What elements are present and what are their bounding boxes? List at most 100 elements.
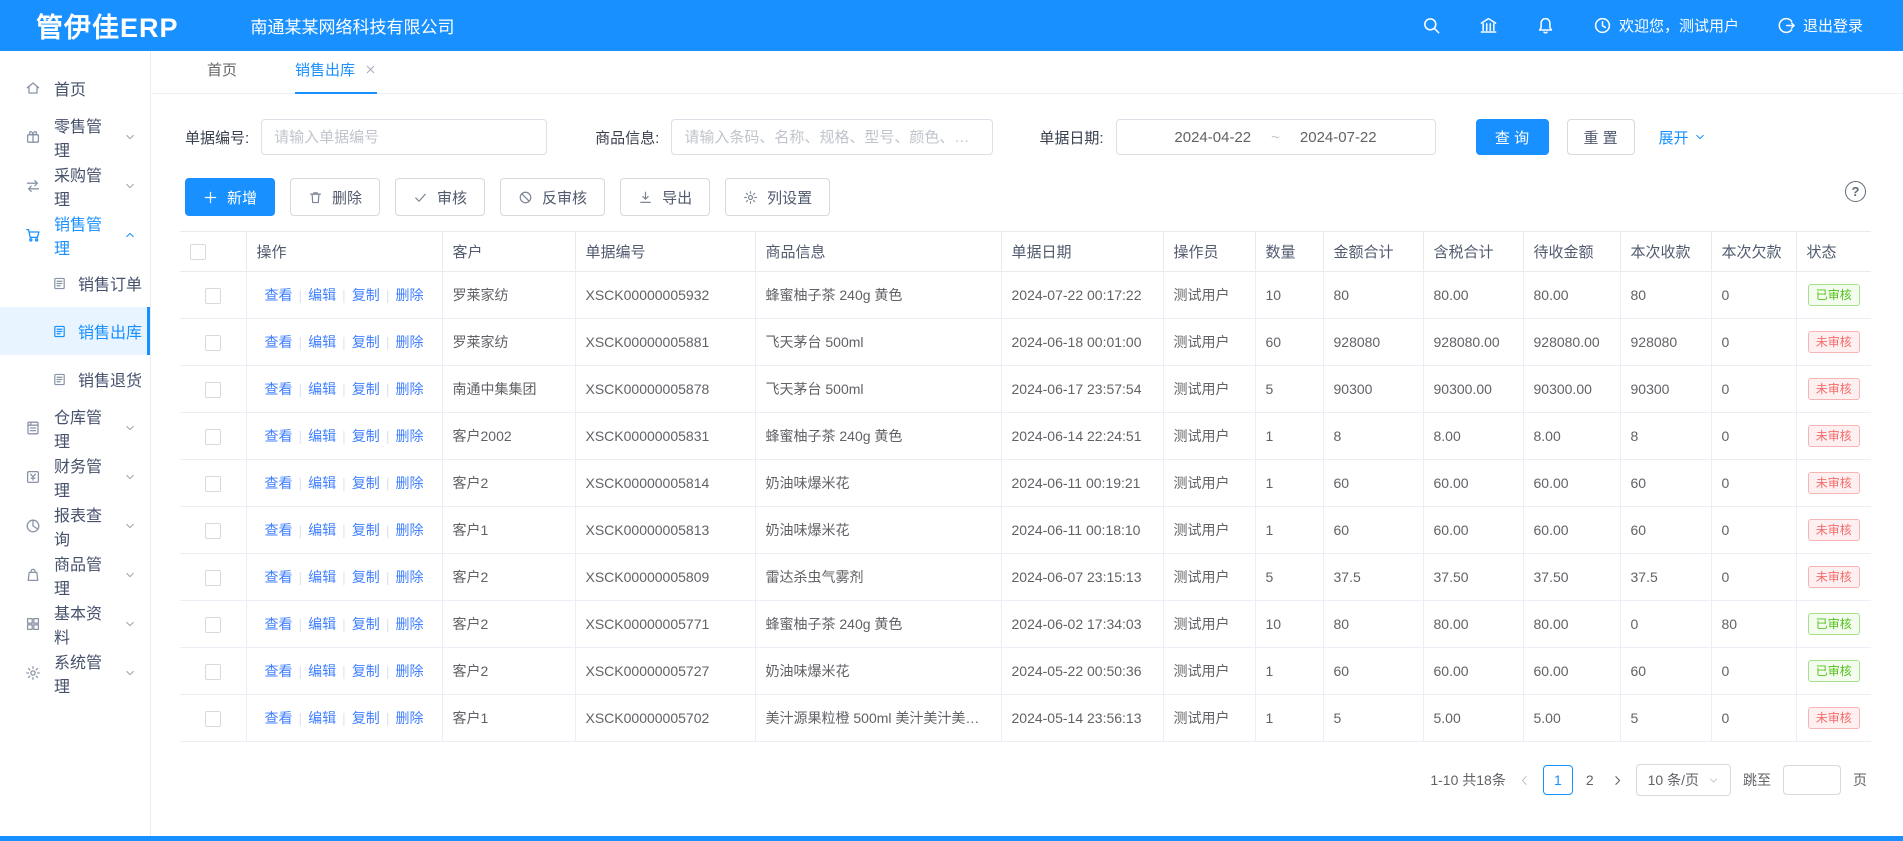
next-page-button[interactable]	[1611, 774, 1624, 787]
op-edit-link[interactable]: 编辑	[308, 569, 336, 585]
op-view-link[interactable]: 查看	[265, 428, 293, 444]
op-view-link[interactable]: 查看	[265, 616, 293, 632]
audit-button[interactable]: 审核	[395, 178, 485, 216]
row-checkbox[interactable]	[205, 288, 221, 304]
op-edit-link[interactable]: 编辑	[308, 663, 336, 679]
row-checkbox[interactable]	[205, 382, 221, 398]
op-copy-link[interactable]: 复制	[352, 428, 380, 444]
divider: |	[299, 475, 303, 491]
op-edit-link[interactable]: 编辑	[308, 428, 336, 444]
row-checkbox[interactable]	[205, 664, 221, 680]
page-1-button[interactable]: 1	[1543, 765, 1573, 795]
bell-icon[interactable]	[1536, 16, 1555, 35]
sidebar-item-product[interactable]: 商品管理	[0, 550, 150, 599]
search-icon[interactable]	[1422, 16, 1441, 35]
op-delete-link[interactable]: 删除	[395, 428, 423, 444]
page-2-button[interactable]: 2	[1581, 772, 1599, 788]
logout-button[interactable]: 退出登录	[1777, 15, 1863, 36]
op-view-link[interactable]: 查看	[265, 334, 293, 350]
op-copy-link[interactable]: 复制	[352, 381, 380, 397]
date-range-picker[interactable]: 2024-04-22 ~ 2024-07-22	[1116, 119, 1436, 155]
customer-cell: 客户1	[442, 695, 575, 742]
add-button[interactable]: 新增	[185, 178, 275, 216]
op-delete-link[interactable]: 删除	[395, 663, 423, 679]
op-view-link[interactable]: 查看	[265, 663, 293, 679]
op-view-link[interactable]: 查看	[265, 475, 293, 491]
reset-button[interactable]: 重 置	[1567, 119, 1635, 155]
prev-page-button[interactable]	[1518, 774, 1531, 787]
export-button[interactable]: 导出	[620, 178, 710, 216]
tab-home[interactable]: 首页	[207, 59, 237, 93]
unaudit-button[interactable]: 反审核	[500, 178, 605, 216]
tab-sales-outbound[interactable]: 销售出库	[295, 59, 377, 94]
expand-filters-link[interactable]: 展开	[1659, 127, 1706, 148]
sidebar-item-sales-outbound[interactable]: 销售出库	[0, 307, 150, 355]
select-all-checkbox[interactable]	[190, 244, 206, 260]
op-copy-link[interactable]: 复制	[352, 334, 380, 350]
row-checkbox[interactable]	[205, 476, 221, 492]
welcome-user[interactable]: 欢迎您，测试用户	[1593, 15, 1739, 36]
op-delete-link[interactable]: 删除	[395, 475, 423, 491]
op-edit-link[interactable]: 编辑	[308, 616, 336, 632]
bank-icon[interactable]	[1479, 16, 1498, 35]
sidebar-item-system[interactable]: 系统管理	[0, 648, 150, 697]
op-copy-link[interactable]: 复制	[352, 663, 380, 679]
received-cell: 60	[1620, 460, 1711, 507]
row-checkbox[interactable]	[205, 523, 221, 539]
sidebar-item-purchase[interactable]: 采购管理	[0, 161, 150, 210]
sidebar-item-warehouse[interactable]: 仓库管理	[0, 403, 150, 452]
sidebar-item-retail[interactable]: 零售管理	[0, 112, 150, 161]
sidebar-item-home[interactable]: 首页	[0, 63, 150, 112]
op-view-link[interactable]: 查看	[265, 287, 293, 303]
divider: |	[342, 522, 346, 538]
row-checkbox[interactable]	[205, 711, 221, 727]
delete-button[interactable]: 删除	[290, 178, 380, 216]
op-view-link[interactable]: 查看	[265, 522, 293, 538]
bill-no-input[interactable]	[261, 119, 547, 155]
row-checkbox[interactable]	[205, 570, 221, 586]
op-edit-link[interactable]: 编辑	[308, 475, 336, 491]
op-copy-link[interactable]: 复制	[352, 569, 380, 585]
op-delete-link[interactable]: 删除	[395, 287, 423, 303]
jump-page-input[interactable]	[1783, 765, 1841, 795]
row-checkbox[interactable]	[205, 429, 221, 445]
op-copy-link[interactable]: 复制	[352, 710, 380, 726]
sidebar-item-report[interactable]: 报表查询	[0, 501, 150, 550]
op-delete-link[interactable]: 删除	[395, 616, 423, 632]
help-icon[interactable]: ?	[1845, 181, 1866, 202]
sidebar-item-sales[interactable]: 销售管理	[0, 210, 150, 259]
op-edit-link[interactable]: 编辑	[308, 381, 336, 397]
column-settings-button[interactable]: 列设置	[725, 178, 830, 216]
op-edit-link[interactable]: 编辑	[308, 334, 336, 350]
op-copy-link[interactable]: 复制	[352, 616, 380, 632]
page-size-select[interactable]: 10 条/页	[1636, 764, 1731, 796]
op-edit-link[interactable]: 编辑	[308, 522, 336, 538]
product-info-input[interactable]	[671, 119, 993, 155]
op-copy-link[interactable]: 复制	[352, 287, 380, 303]
status-badge: 未审核	[1808, 331, 1860, 353]
op-edit-link[interactable]: 编辑	[308, 287, 336, 303]
op-delete-link[interactable]: 删除	[395, 522, 423, 538]
product-icon	[25, 567, 41, 583]
op-delete-link[interactable]: 删除	[395, 381, 423, 397]
ops-cell: 查看|编辑|复制|删除	[246, 319, 442, 366]
close-icon[interactable]	[364, 63, 377, 76]
op-view-link[interactable]: 查看	[265, 710, 293, 726]
op-delete-link[interactable]: 删除	[395, 334, 423, 350]
row-checkbox[interactable]	[205, 335, 221, 351]
sidebar-item-basic[interactable]: 基本资料	[0, 599, 150, 648]
op-copy-link[interactable]: 复制	[352, 475, 380, 491]
op-copy-link[interactable]: 复制	[352, 522, 380, 538]
op-view-link[interactable]: 查看	[265, 569, 293, 585]
divider: |	[342, 334, 346, 350]
app-header: 管伊佳ERP 南通某某网络科技有限公司 欢迎您，测试用户 退出登录	[0, 0, 1903, 51]
sidebar-item-finance[interactable]: 财务管理	[0, 452, 150, 501]
search-button[interactable]: 查 询	[1476, 119, 1549, 155]
op-delete-link[interactable]: 删除	[395, 569, 423, 585]
op-edit-link[interactable]: 编辑	[308, 710, 336, 726]
op-delete-link[interactable]: 删除	[395, 710, 423, 726]
sidebar-item-sales-return[interactable]: 销售退货	[0, 355, 150, 403]
sidebar-item-sales-order[interactable]: 销售订单	[0, 259, 150, 307]
op-view-link[interactable]: 查看	[265, 381, 293, 397]
row-checkbox[interactable]	[205, 617, 221, 633]
